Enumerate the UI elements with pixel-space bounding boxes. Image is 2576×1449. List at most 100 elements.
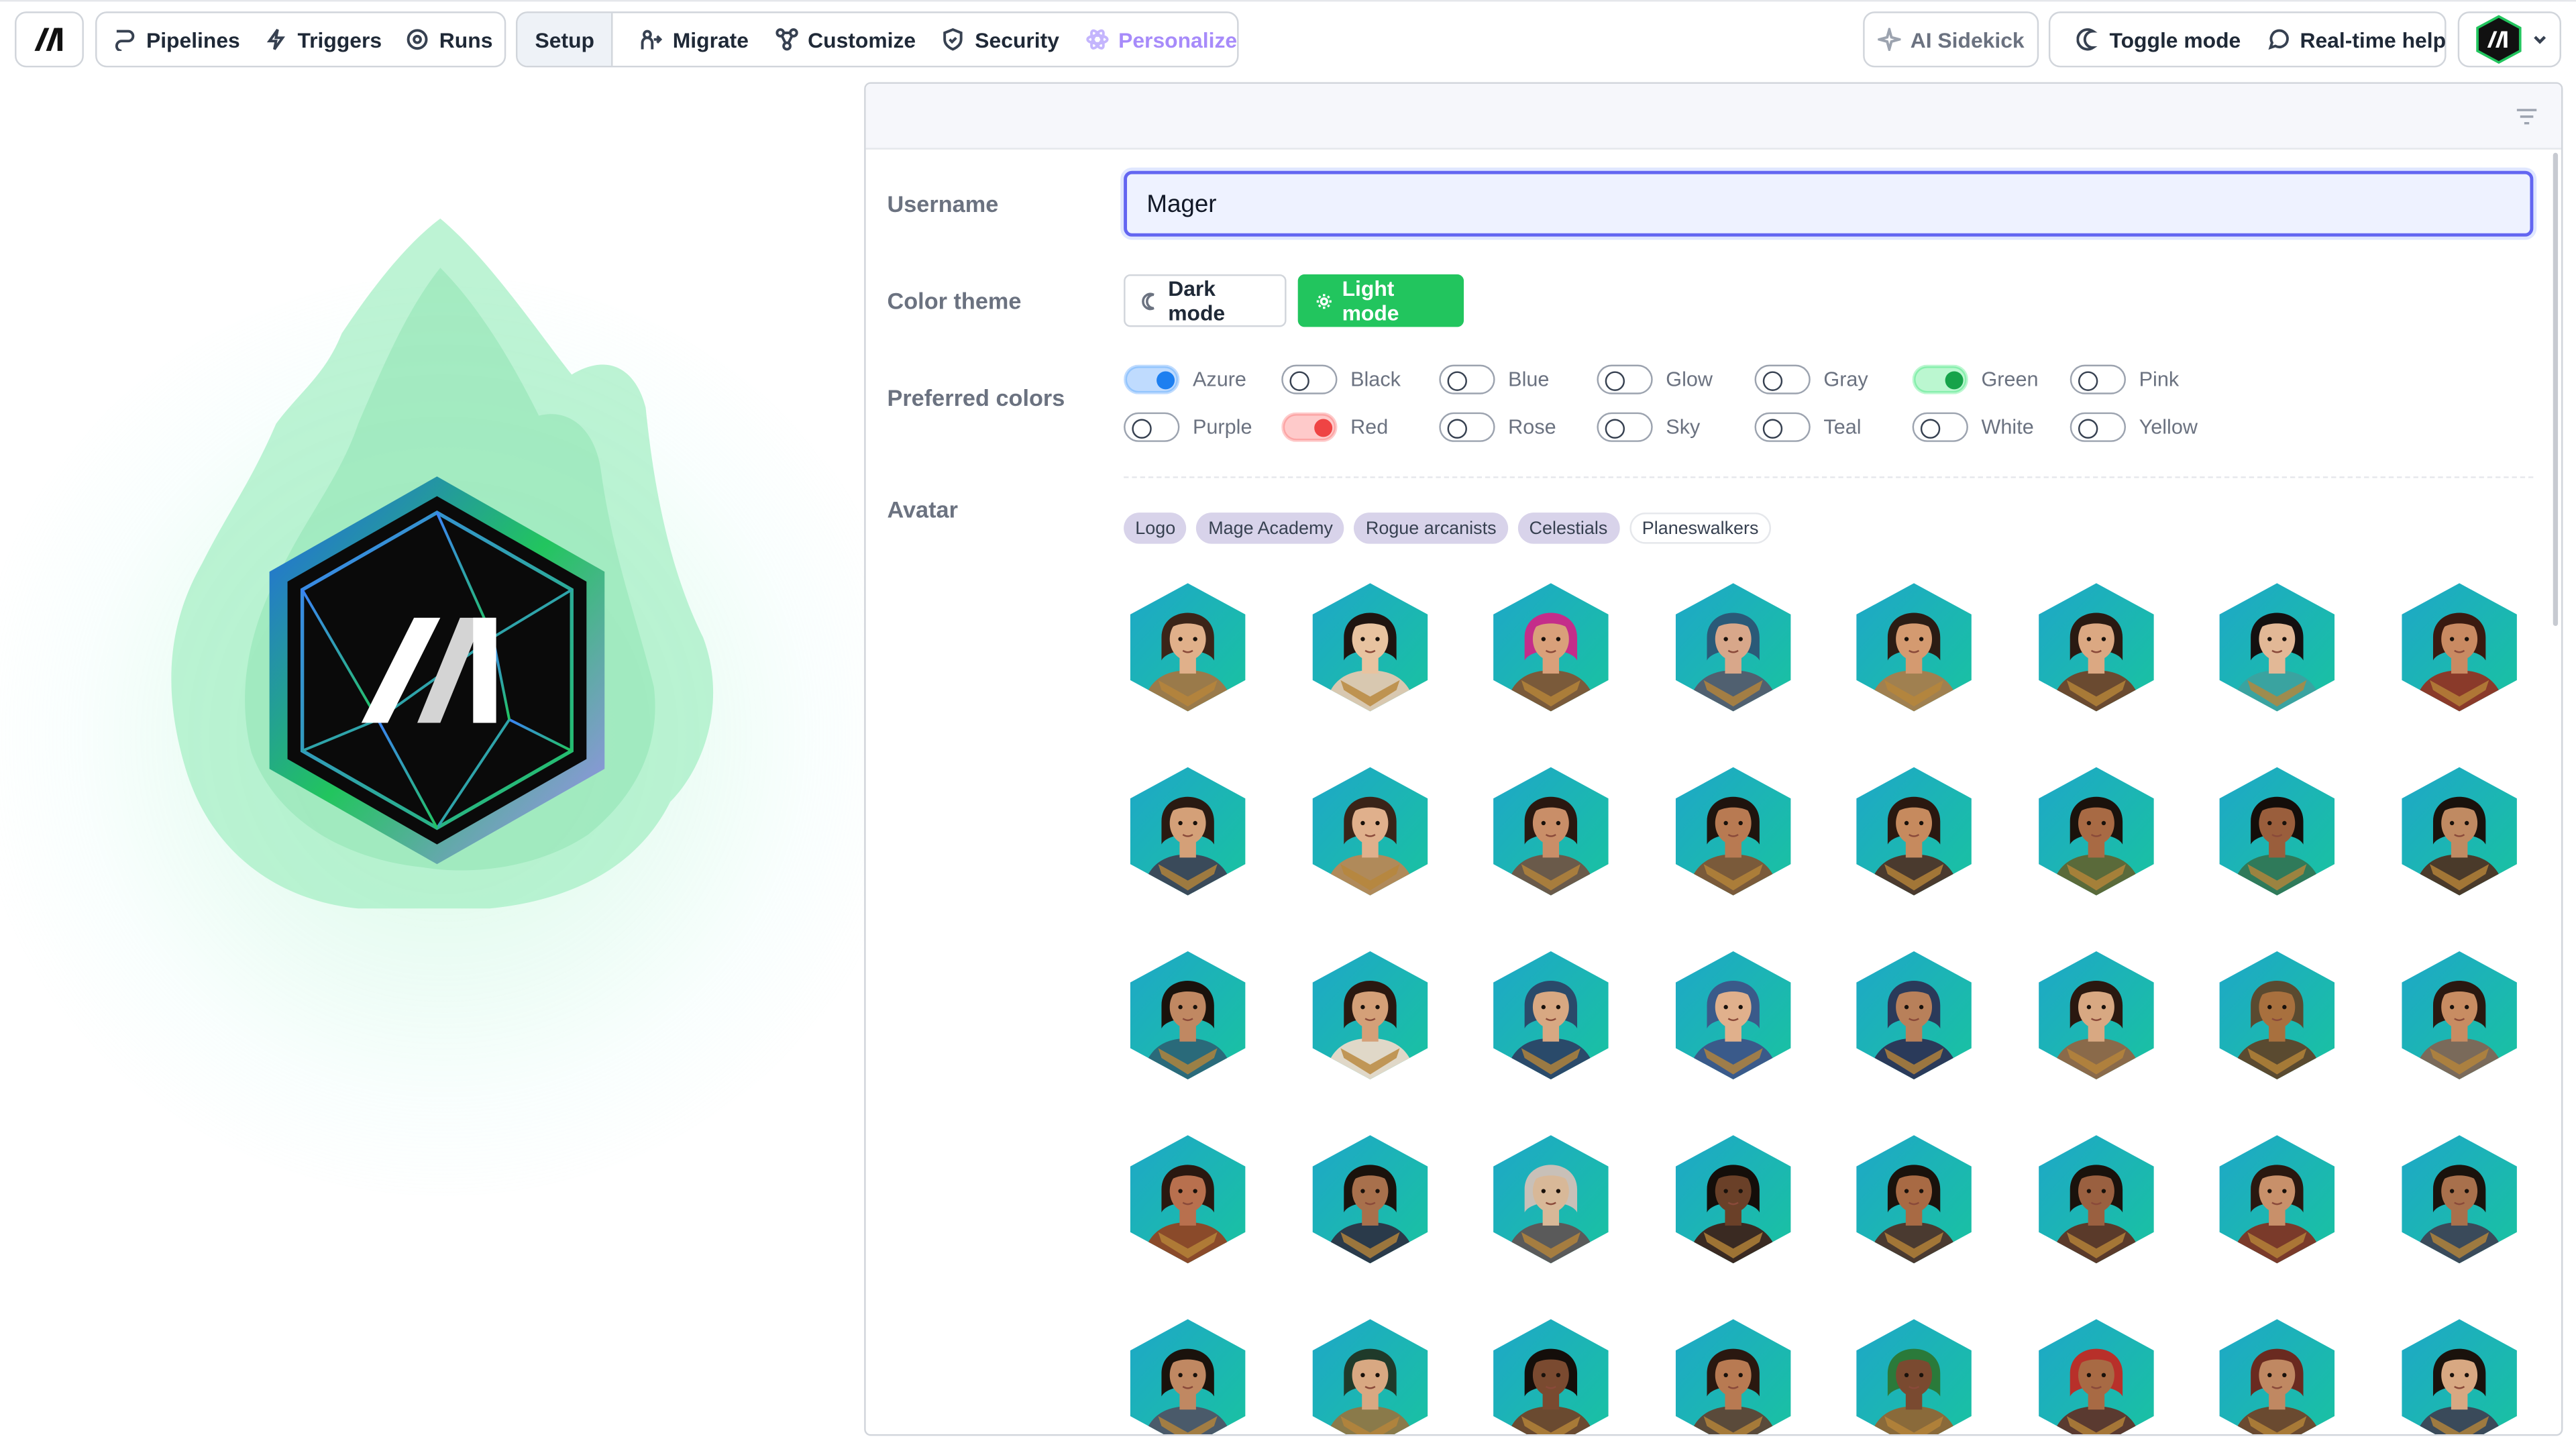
avatar-option[interactable] [2037,1134,2155,1265]
nav-customize[interactable]: Customize [775,27,916,52]
avatar-option[interactable] [1673,582,1791,713]
realtime-help-button[interactable]: Real-time help [2267,27,2446,52]
home-logo-button[interactable] [15,11,84,68]
user-menu-button[interactable] [2457,11,2561,68]
nav-migrate[interactable]: Migrate [640,27,749,52]
color-toggle-black[interactable] [1281,364,1338,394]
avatar-tab-rogue-arcanists[interactable]: Rogue arcanists [1354,513,1508,544]
tab-setup[interactable]: Setup [517,13,614,66]
color-toggle-yellow[interactable] [2070,412,2127,442]
avatar-option[interactable] [2400,582,2518,713]
avatar-option[interactable] [1128,1318,1246,1436]
avatar-option[interactable] [1673,765,1791,897]
color-toggle-teal[interactable] [1754,412,1811,442]
avatar-option[interactable] [1310,1134,1428,1265]
color-option-sky[interactable]: Sky [1597,412,1754,442]
avatar-option[interactable] [1128,950,1246,1081]
color-toggle-rose[interactable] [1439,412,1495,442]
avatar-tab-celestials[interactable]: Celestials [1517,513,1619,544]
color-toggle-azure[interactable] [1124,364,1180,394]
avatar-option[interactable] [1492,765,1610,897]
avatar-option[interactable] [2400,765,2518,897]
sun-icon [1316,293,1332,309]
avatar-option[interactable] [1855,582,1973,713]
avatar-option[interactable] [2218,1318,2336,1436]
atom-icon [1085,29,1108,50]
light-mode-button[interactable]: Light mode [1297,274,1464,327]
color-toggle-white[interactable] [1912,412,1968,442]
color-option-label: Purple [1192,415,1252,439]
avatar-option[interactable] [1128,1134,1246,1265]
color-option-pink[interactable]: Pink [2070,364,2228,394]
color-option-azure[interactable]: Azure [1124,364,1281,394]
avatar-option[interactable] [1855,950,1973,1081]
avatar-option[interactable] [1310,1318,1428,1436]
nav-personalize[interactable]: Personalize [1085,27,1237,52]
avatar-option[interactable] [1673,1318,1791,1436]
color-option-purple[interactable]: Purple [1124,412,1281,442]
color-option-label: Sky [1666,415,1701,439]
avatar-option[interactable] [1492,1134,1610,1265]
nav-triggers[interactable]: Triggers [264,27,382,52]
avatar-option[interactable] [2400,1134,2518,1265]
realtime-help-label: Real-time help [2300,27,2447,52]
avatar-tab-planeswalkers[interactable]: Planeswalkers [1629,513,1772,544]
color-toggle-sky[interactable] [1597,412,1653,442]
panel-scrollbar[interactable] [2553,152,2559,627]
avatar-option[interactable] [2037,1318,2155,1436]
avatar-option[interactable] [1492,950,1610,1081]
username-input[interactable] [1124,170,2534,237]
avatar-option[interactable] [1128,582,1246,713]
color-option-red[interactable]: Red [1281,412,1439,442]
color-option-blue[interactable]: Blue [1439,364,1597,394]
color-option-rose[interactable]: Rose [1439,412,1597,442]
dark-mode-button[interactable]: Dark mode [1124,274,1287,327]
avatar-option[interactable] [2218,582,2336,713]
color-toggle-red[interactable] [1281,412,1338,442]
avatar-tab-mage-academy[interactable]: Mage Academy [1197,513,1345,544]
color-option-black[interactable]: Black [1281,364,1439,394]
nav-pipelines[interactable]: Pipelines [113,27,240,52]
filter-icon[interactable] [2515,107,2538,126]
avatar-tab-logo[interactable]: Logo [1124,513,1187,544]
color-toggle-pink[interactable] [2070,364,2127,394]
color-option-glow[interactable]: Glow [1597,364,1754,394]
avatar-option[interactable] [1855,1318,1973,1436]
avatar-option[interactable] [1855,765,1973,897]
avatar-option[interactable] [2037,765,2155,897]
avatar-option[interactable] [1492,582,1610,713]
avatar-option[interactable] [1492,1318,1610,1436]
avatar-option[interactable] [1673,1134,1791,1265]
avatar-option[interactable] [2400,950,2518,1081]
avatar-option[interactable] [2037,950,2155,1081]
avatar-option[interactable] [2218,950,2336,1081]
avatar-option[interactable] [2218,765,2336,897]
color-toggle-gray[interactable] [1754,364,1811,394]
color-toggle-glow[interactable] [1597,364,1653,394]
avatar-option[interactable] [2037,582,2155,713]
avatar-option[interactable] [2400,1318,2518,1436]
toggle-mode-button[interactable]: Toggle mode [2076,27,2241,52]
color-toggle-purple[interactable] [1124,412,1180,442]
avatar-option[interactable] [2218,1134,2336,1265]
color-option-white[interactable]: White [1912,412,2070,442]
ai-sidekick-button[interactable]: AI Sidekick [1863,11,2039,68]
avatar-option[interactable] [1310,950,1428,1081]
color-option-teal[interactable]: Teal [1754,412,1913,442]
avatar-option[interactable] [1673,950,1791,1081]
color-toggle-blue[interactable] [1439,364,1495,394]
color-option-yellow[interactable]: Yellow [2070,412,2228,442]
avatar-option[interactable] [1310,765,1428,897]
nav-runs[interactable]: Runs [407,27,492,52]
avatar-option[interactable] [1128,765,1246,897]
avatar-option[interactable] [1310,582,1428,713]
nav-security[interactable]: Security [942,27,1059,52]
shield-icon [944,28,963,51]
color-option-label: Green [1981,368,2039,391]
color-option-green[interactable]: Green [1912,364,2070,394]
color-toggle-green[interactable] [1912,364,1968,394]
dark-mode-label: Dark mode [1168,276,1226,325]
color-option-gray[interactable]: Gray [1754,364,1913,394]
avatar-option[interactable] [1855,1134,1973,1265]
settings-panel: Username Color theme Dark mode Light mod… [864,82,2563,1436]
